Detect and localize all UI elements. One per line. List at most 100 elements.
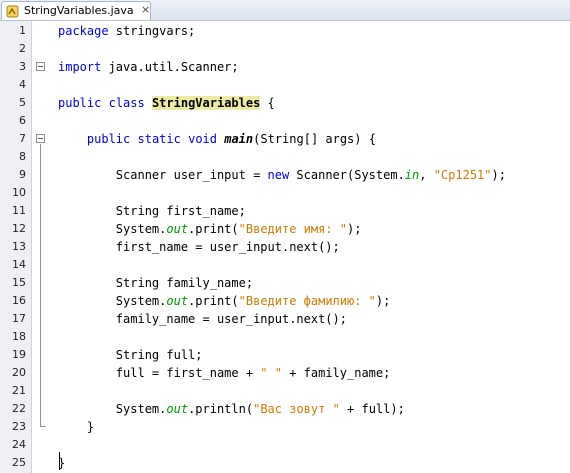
code-line[interactable]: 10: [0, 184, 570, 202]
code-token: " ": [260, 366, 282, 380]
line-number: 7: [19, 132, 26, 145]
editor-tab-bar: StringVariables.java ×: [0, 0, 570, 21]
code-line[interactable]: 18: [0, 328, 570, 346]
code-token: StringVariables: [151, 96, 261, 110]
code-token: "Вас зовут ": [253, 402, 340, 416]
fold-guide-line: [40, 144, 41, 426]
code-token: void: [188, 132, 217, 146]
code-token: stringvars;: [108, 24, 196, 38]
code-line[interactable]: 5 public class StringVariables {: [0, 94, 570, 112]
line-number: 10: [12, 186, 26, 199]
code-token: out: [166, 402, 189, 416]
code-text: public class StringVariables {: [58, 95, 275, 111]
code-token: main: [224, 132, 254, 146]
code-token: ,: [419, 168, 434, 182]
line-number: 16: [12, 294, 26, 307]
close-icon[interactable]: ×: [141, 3, 150, 17]
code-token: System.: [58, 294, 167, 308]
code-text: full = first_name + " " + family_name;: [58, 365, 391, 381]
code-text: first_name = user_input.next();: [58, 239, 340, 255]
code-token: Scanner(System.: [289, 168, 405, 182]
code-token: public: [58, 96, 102, 110]
code-token: );: [347, 222, 362, 236]
code-token: String full;: [58, 348, 203, 362]
code-text: Scanner user_input = new Scanner(System.…: [58, 167, 506, 183]
code-token: System.: [58, 402, 167, 416]
code-token: first_name = user_input.next();: [58, 240, 340, 254]
code-text: System.out.println("Вас зовут " + full);: [58, 401, 405, 417]
code-token: import: [58, 60, 102, 74]
code-line[interactable]: 2: [0, 40, 570, 58]
code-text: package stringvars;: [58, 23, 195, 39]
line-number: 12: [12, 222, 26, 235]
tab-stringvariables-java[interactable]: StringVariables.java ×: [1, 1, 151, 20]
code-line[interactable]: 3 import java.util.Scanner;: [0, 58, 570, 76]
code-line[interactable]: 16 System.out.print("Введите фамилию: ")…: [0, 292, 570, 310]
line-number: 15: [12, 276, 26, 289]
code-line[interactable]: 4: [0, 76, 570, 94]
code-token: package: [58, 24, 109, 38]
fold-collapse-icon[interactable]: [36, 134, 45, 143]
line-number: 8: [19, 150, 26, 163]
code-token: String family_name;: [58, 276, 254, 290]
code-line[interactable]: 24: [0, 436, 570, 454]
code-line[interactable]: 23 }: [0, 418, 570, 436]
code-line[interactable]: 11 String first_name;: [0, 202, 570, 220]
code-token: Scanner user_input =: [58, 168, 268, 182]
line-number: 14: [12, 258, 26, 271]
code-token: "Введите фамилию: ": [238, 294, 376, 308]
code-line[interactable]: 13 first_name = user_input.next();: [0, 238, 570, 256]
code-line[interactable]: 21: [0, 382, 570, 400]
code-token: + full);: [339, 402, 405, 416]
code-token: out: [166, 222, 189, 236]
code-line[interactable]: 1 package stringvars;: [0, 22, 570, 40]
line-number: 2: [19, 42, 26, 55]
code-line[interactable]: 7 public static void main(String[] args)…: [0, 130, 570, 148]
code-text: System.out.print("Введите имя: ");: [58, 221, 362, 237]
line-number: 4: [19, 78, 26, 91]
code-line[interactable]: 19 String full;: [0, 346, 570, 364]
line-number: 20: [12, 366, 26, 379]
code-token: static: [137, 132, 181, 146]
code-line[interactable]: 12 System.out.print("Введите имя: ");: [0, 220, 570, 238]
code-line[interactable]: 15 String family_name;: [0, 274, 570, 292]
code-line[interactable]: 20 full = first_name + " " + family_name…: [0, 364, 570, 382]
code-token: family_name = user_input.next();: [58, 312, 347, 326]
line-number: 21: [12, 384, 26, 397]
code-token: System.: [58, 222, 167, 236]
code-token: "Cp1251": [433, 168, 492, 182]
code-token: java.util.Scanner;: [101, 60, 239, 74]
line-number: 13: [12, 240, 26, 253]
code-token: + family_name;: [281, 366, 391, 380]
code-token: new: [267, 168, 290, 182]
code-line[interactable]: 22 System.out.println("Вас зовут " + ful…: [0, 400, 570, 418]
code-text: System.out.print("Введите фамилию: ");: [58, 293, 391, 309]
code-text: String first_name;: [58, 203, 246, 219]
code-line[interactable]: 17 family_name = user_input.next();: [0, 310, 570, 328]
code-token: );: [375, 294, 391, 308]
code-line[interactable]: 8: [0, 148, 570, 166]
line-number: 11: [12, 204, 26, 217]
code-line[interactable]: 9 Scanner user_input = new Scanner(Syste…: [0, 166, 570, 184]
line-number: 19: [12, 348, 26, 361]
fold-collapse-icon[interactable]: [36, 62, 45, 71]
code-text: public static void main(String[] args) {: [58, 131, 376, 147]
line-number: 25: [12, 456, 26, 469]
code-line[interactable]: 25}: [0, 454, 570, 472]
code-line[interactable]: 14: [0, 256, 570, 274]
code-text: family_name = user_input.next();: [58, 311, 347, 327]
line-number: 17: [12, 312, 26, 325]
code-token: out: [166, 294, 189, 308]
line-number: 24: [12, 438, 26, 451]
code-line[interactable]: 6: [0, 112, 570, 130]
line-number: 22: [12, 402, 26, 415]
line-number: 18: [12, 330, 26, 343]
code-text: String full;: [58, 347, 203, 363]
line-number: 9: [19, 168, 26, 181]
code-token: class: [108, 96, 145, 110]
code-token: in: [404, 168, 420, 182]
